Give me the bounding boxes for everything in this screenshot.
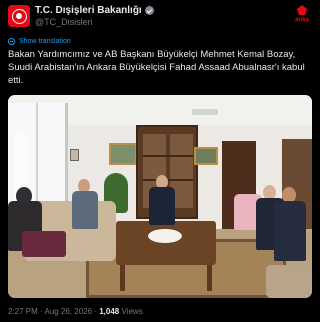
anka-logo-icon (297, 5, 307, 15)
photo-bowl (148, 229, 182, 243)
photo-painting-left (109, 143, 137, 165)
avatar[interactable] (8, 5, 30, 27)
views-label: Views (121, 307, 143, 316)
globe-icon (8, 38, 15, 45)
meta-separator: · (40, 307, 43, 316)
name-row: T.C. Dışişleri Bakanlığı (35, 5, 154, 16)
views-count[interactable]: 1,048 (99, 307, 119, 316)
tweet-photo[interactable] (8, 95, 312, 298)
crescent-emblem-icon (11, 8, 27, 24)
display-name[interactable]: T.C. Dışişleri Bakanlığı (35, 5, 142, 16)
photo-armchair (266, 265, 312, 298)
verified-badge-icon (144, 6, 154, 15)
photo-painting-right (194, 147, 218, 165)
brand-label: anka (295, 17, 309, 23)
tweet-header: T.C. Dışişleri Bakanlığı @TC_Disisleri a… (8, 5, 312, 27)
meta-separator-2: · (94, 307, 97, 316)
show-translation-link[interactable]: Show translation (8, 38, 71, 45)
tweet-meta: 2:27 PM · Aug 26, 2026 · 1,048 Views (8, 307, 143, 316)
brand-watermark: anka (292, 5, 312, 23)
tweet-time[interactable]: 2:27 PM (8, 307, 38, 316)
account-handle[interactable]: @TC_Disisleri (35, 17, 93, 27)
photo-small-frame (70, 149, 79, 161)
photo-coffee-table (116, 221, 216, 291)
tweet-date[interactable]: Aug 26, 2026 (44, 307, 92, 316)
show-translation-label: Show translation (19, 38, 71, 45)
tweet-text: Bakan Yardımcımız ve AB Başkanı Büyükelç… (8, 49, 305, 86)
photo-ceiling-vent (192, 109, 218, 115)
